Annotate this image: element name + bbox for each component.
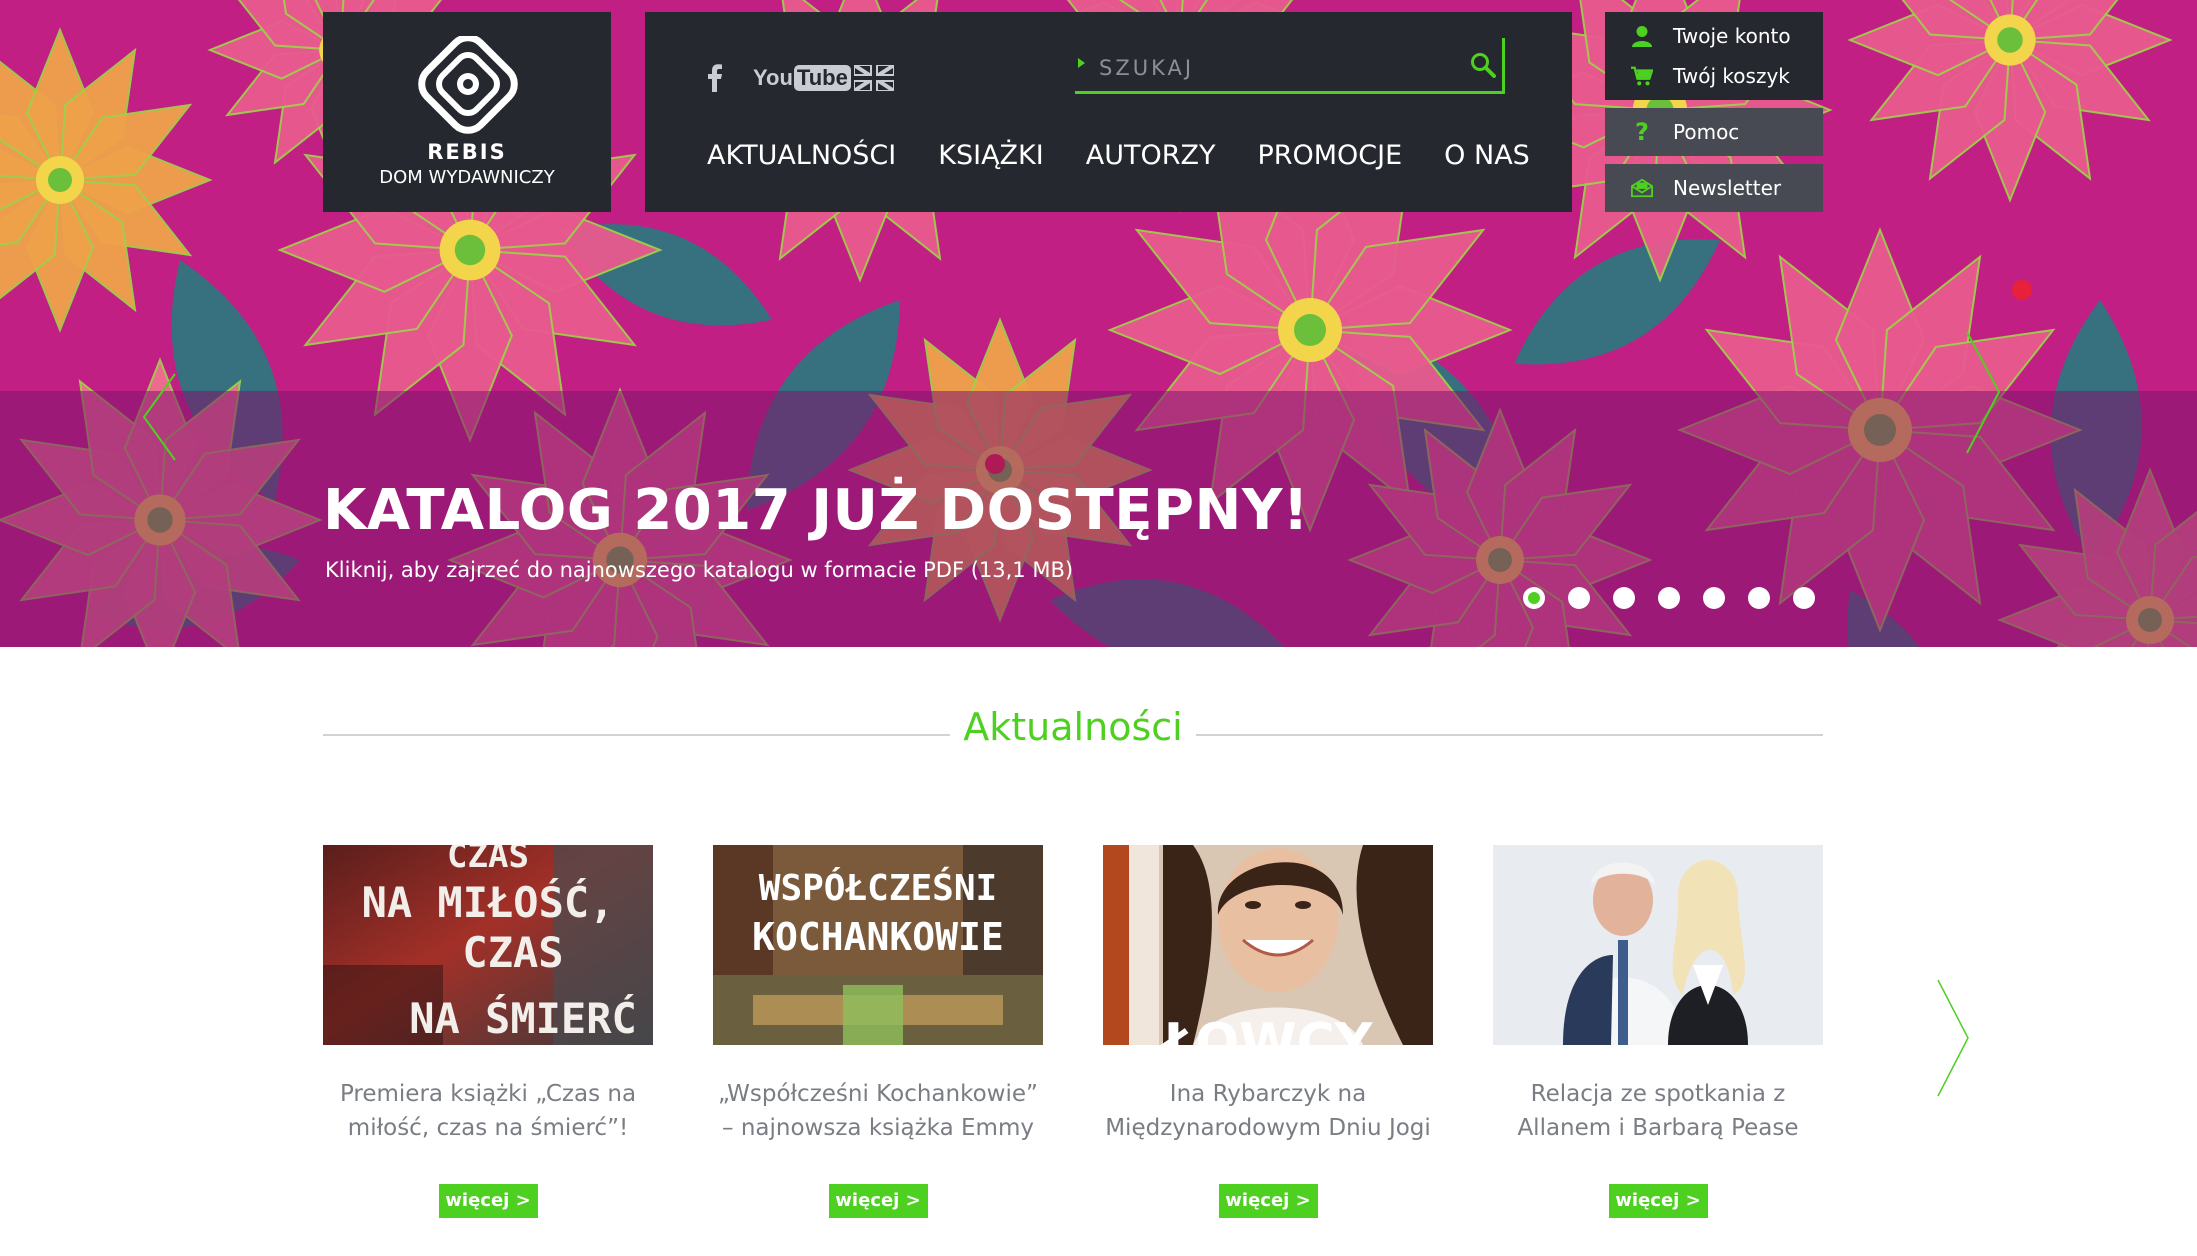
account-link[interactable]: Twoje konto xyxy=(1631,22,1791,50)
image-text-1: CZAS xyxy=(447,845,529,876)
rebis-logo-icon xyxy=(418,36,518,134)
hero-next-arrow[interactable] xyxy=(1963,330,2003,459)
news-title[interactable]: Premiera książki „Czas na miłość, czas n… xyxy=(323,1077,653,1145)
image-text-3: CZAS xyxy=(462,928,563,977)
news-card: Relacja ze spotkania z Allanem i Barbarą… xyxy=(1493,845,1823,1218)
menu-item-ksiazki[interactable]: KSIĄŻKI xyxy=(938,140,1043,171)
cart-link[interactable]: Twój koszyk xyxy=(1631,62,1790,90)
search-input[interactable] xyxy=(1099,50,1459,86)
news-title[interactable]: „Współcześni Kochankowie” – najnowsza ks… xyxy=(713,1077,1043,1145)
cart-icon xyxy=(1631,65,1653,87)
slider-dot[interactable] xyxy=(1568,587,1590,609)
account-label: Twoje konto xyxy=(1673,24,1791,48)
news-image[interactable]: CZAS NA MIŁOŚĆ, CZAS NA ŚMIERĆ xyxy=(323,845,653,1045)
help-label: Pomoc xyxy=(1673,120,1740,144)
search-box xyxy=(1075,38,1505,94)
logo-wordmark: REBIS xyxy=(427,140,507,164)
menu-item-aktualnosci[interactable]: AKTUALNOŚCI xyxy=(707,140,896,171)
slider-dot[interactable] xyxy=(1613,587,1635,609)
main-navigation: YouTube AKTUALNOŚ xyxy=(645,12,1572,212)
more-button[interactable]: więcej > xyxy=(1218,1184,1318,1218)
language-switch[interactable] xyxy=(854,62,894,94)
news-section-header: Aktualności xyxy=(323,705,1823,765)
hero-title[interactable]: KATALOG 2017 JUŻ DOSTĘPNY! xyxy=(323,478,1309,543)
slider-dot[interactable] xyxy=(1703,587,1725,609)
image-text-1: ŁOWCY xyxy=(1161,1013,1374,1045)
facebook-icon xyxy=(708,64,722,92)
account-panel: Twoje konto Twój koszyk xyxy=(1605,12,1823,100)
chevron-right-icon xyxy=(1966,331,2001,454)
youtube-icon-you: You xyxy=(753,65,793,90)
cart-label: Twój koszyk xyxy=(1673,64,1790,88)
chevron-right-icon xyxy=(1937,979,1969,1097)
news-title[interactable]: Ina Rybarczyk na Międzynarodowym Dniu Jo… xyxy=(1103,1077,1433,1145)
more-button[interactable]: więcej > xyxy=(1608,1184,1708,1218)
news-image[interactable]: WSPÓŁCZEŚNI KOCHANKOWIE xyxy=(713,845,1043,1045)
help-button[interactable]: ? Pomoc xyxy=(1605,108,1823,156)
news-next-arrow[interactable] xyxy=(1935,978,1971,1102)
search-button[interactable] xyxy=(1470,52,1496,82)
image-text-4: NA ŚMIERĆ xyxy=(409,993,637,1043)
news-card: WSPÓŁCZEŚNI KOCHANKOWIE „Współcześni Koc… xyxy=(713,845,1043,1218)
youtube-icon-tube: Tube xyxy=(793,65,851,91)
news-card: CZAS NA MIŁOŚĆ, CZAS NA ŚMIERĆ Premiera … xyxy=(323,845,653,1218)
slider-dot[interactable] xyxy=(1748,587,1770,609)
news-image[interactable] xyxy=(1493,845,1823,1045)
logo[interactable]: REBIS DOM WYDAWNICZY xyxy=(323,12,611,212)
slider-dot[interactable] xyxy=(1523,587,1545,609)
hero-subtitle[interactable]: Kliknij, aby zajrzeć do najnowszego kata… xyxy=(325,558,1073,582)
question-icon: ? xyxy=(1635,118,1649,146)
search-arrow-icon xyxy=(1078,58,1085,68)
newsletter-label: Newsletter xyxy=(1673,176,1782,200)
slider-dot[interactable] xyxy=(1658,587,1680,609)
slider-dots xyxy=(1523,587,1838,609)
page: KATALOG 2017 JUŻ DOSTĘPNY! Kliknij, aby … xyxy=(0,0,2197,1256)
image-text-1: WSPÓŁCZEŚNI xyxy=(759,867,997,909)
main-menu: AKTUALNOŚCI KSIĄŻKI AUTORZY PROMOCJE O N… xyxy=(707,140,1572,171)
more-button[interactable]: więcej > xyxy=(438,1184,538,1218)
logo-subtitle: DOM WYDAWNICZY xyxy=(379,167,555,188)
menu-item-autorzy[interactable]: AUTORZY xyxy=(1086,140,1216,171)
image-text-2: NA MIŁOŚĆ, xyxy=(362,877,615,927)
youtube-link[interactable]: You Tube xyxy=(753,62,851,94)
news-image[interactable]: ŁOWCY xyxy=(1103,845,1433,1045)
newsletter-button[interactable]: Newsletter xyxy=(1605,164,1823,212)
search-icon xyxy=(1471,53,1496,78)
news-card: ŁOWCY Ina Rybarczyk na Międzynarodowym D… xyxy=(1103,845,1433,1218)
envelope-icon xyxy=(1631,177,1653,199)
menu-item-o-nas[interactable]: O NAS xyxy=(1444,140,1530,171)
news-heading: Aktualności xyxy=(963,705,1183,749)
slider-dot[interactable] xyxy=(1793,587,1815,609)
news-title[interactable]: Relacja ze spotkania z Allanem i Barbarą… xyxy=(1493,1077,1823,1145)
more-button[interactable]: więcej > xyxy=(828,1184,928,1218)
chevron-left-icon xyxy=(142,373,176,461)
user-icon xyxy=(1631,25,1653,47)
image-text-2: KOCHANKOWIE xyxy=(752,915,1004,959)
uk-flag-icon xyxy=(854,65,894,91)
menu-item-promocje[interactable]: PROMOCJE xyxy=(1257,140,1402,171)
hero-prev-arrow[interactable] xyxy=(140,372,180,466)
facebook-link[interactable] xyxy=(707,62,723,94)
